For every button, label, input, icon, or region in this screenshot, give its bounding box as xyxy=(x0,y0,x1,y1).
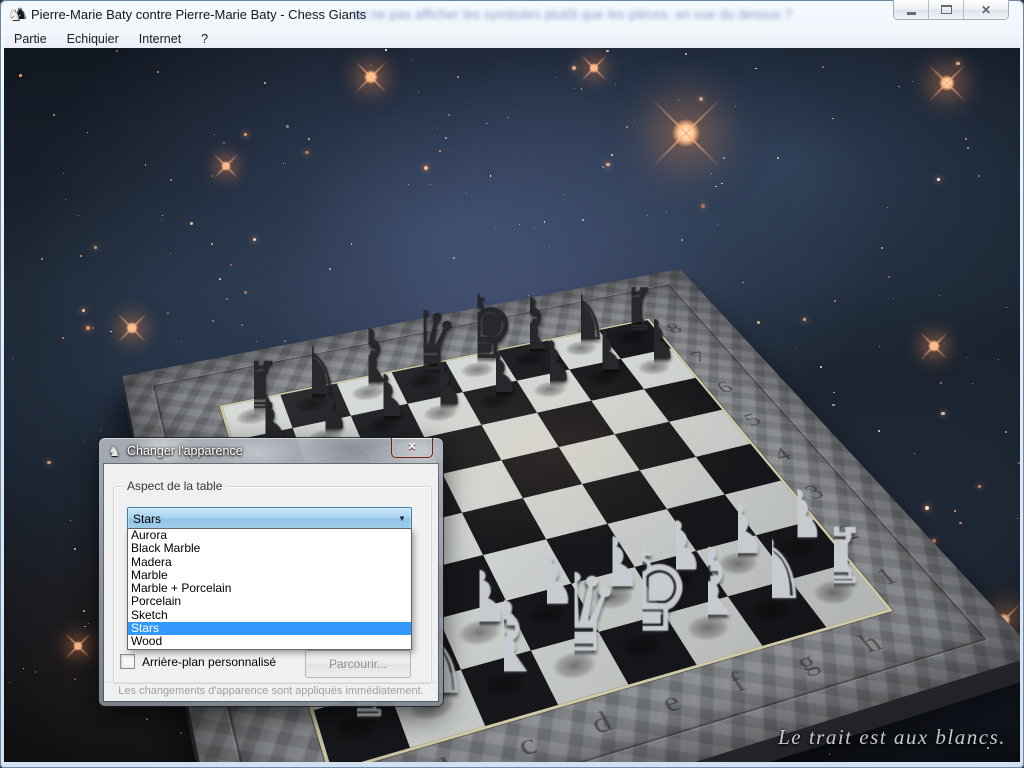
close-button[interactable]: ✕ xyxy=(964,0,1008,19)
chess-giants-window: ♞♞ Pierre-Marie Baty contre Pierre-Marie… xyxy=(0,0,1024,768)
dialog-title-bar[interactable]: ♞ Changer l'apparence ✕ xyxy=(99,438,443,464)
dropdown-option-madera[interactable]: Madera xyxy=(128,556,411,569)
dropdown-option-wood[interactable]: Wood xyxy=(128,635,411,648)
chevron-down-icon: ▼ xyxy=(393,514,411,523)
maximize-button[interactable] xyxy=(929,0,964,19)
window-title: Pierre-Marie Baty contre Pierre-Marie Ba… xyxy=(31,7,366,22)
dropdown-option-aurora[interactable]: Aurora xyxy=(128,529,411,542)
dialog-close-icon: ✕ xyxy=(407,442,416,453)
menu-bar: Partie Echiquier Internet ? xyxy=(4,31,1020,48)
turn-status-caption: Le trait est aux blancs. xyxy=(778,725,1006,750)
appearance-combobox[interactable]: Stars ▼ xyxy=(127,507,412,530)
dropdown-option-black-marble[interactable]: Black Marble xyxy=(128,542,411,555)
dropdown-option-porcelain[interactable]: Porcelain xyxy=(128,595,411,608)
title-bar[interactable]: ♞♞ Pierre-Marie Baty contre Pierre-Marie… xyxy=(0,0,1024,30)
close-icon: ✕ xyxy=(981,4,991,16)
window-controls: ✕ xyxy=(893,0,1009,20)
dropdown-option-sketch[interactable]: Sketch xyxy=(128,609,411,622)
dropdown-option-marble[interactable]: Marble xyxy=(128,569,411,582)
custom-background-label: Arrière-plan personnalisé xyxy=(142,655,276,669)
menu-help[interactable]: ? xyxy=(191,31,218,48)
dropdown-option-marble-porcelain[interactable]: Marble + Porcelain xyxy=(128,582,411,595)
groupbox-label: Aspect de la table xyxy=(123,479,226,493)
appearance-dropdown-list: AuroraBlack MarbleMaderaMarbleMarble + P… xyxy=(127,528,412,650)
dialog-close-button[interactable]: ✕ xyxy=(391,438,433,458)
minimize-icon xyxy=(907,12,916,15)
dialog-status-text: Les changements d'apparence sont appliqu… xyxy=(105,682,437,700)
menu-partie[interactable]: Partie xyxy=(4,31,57,48)
dialog-knight-icon: ♞ xyxy=(108,443,121,459)
dropdown-option-stars[interactable]: Stars xyxy=(128,622,411,635)
ghost-tooltip-text: ou ne pas afficher les symboles plutôt q… xyxy=(352,7,792,22)
menu-internet[interactable]: Internet xyxy=(129,31,191,48)
custom-background-checkbox[interactable] xyxy=(120,654,135,669)
appearance-dialog: ♞ Changer l'apparence ✕ Aspect de la tab… xyxy=(99,438,443,706)
dialog-title: Changer l'apparence xyxy=(127,444,243,458)
app-chess-knights-icon: ♞♞ xyxy=(8,6,28,24)
minimize-button[interactable] xyxy=(894,0,929,19)
combobox-value: Stars xyxy=(128,512,393,526)
custom-background-row: Arrière-plan personnalisé xyxy=(120,654,276,669)
browse-button[interactable]: Parcourir... xyxy=(305,650,411,678)
menu-echiquier[interactable]: Echiquier xyxy=(57,31,129,48)
maximize-icon xyxy=(941,5,952,14)
dialog-body: Aspect de la table Stars ▼ AuroraBlack M… xyxy=(104,464,438,701)
